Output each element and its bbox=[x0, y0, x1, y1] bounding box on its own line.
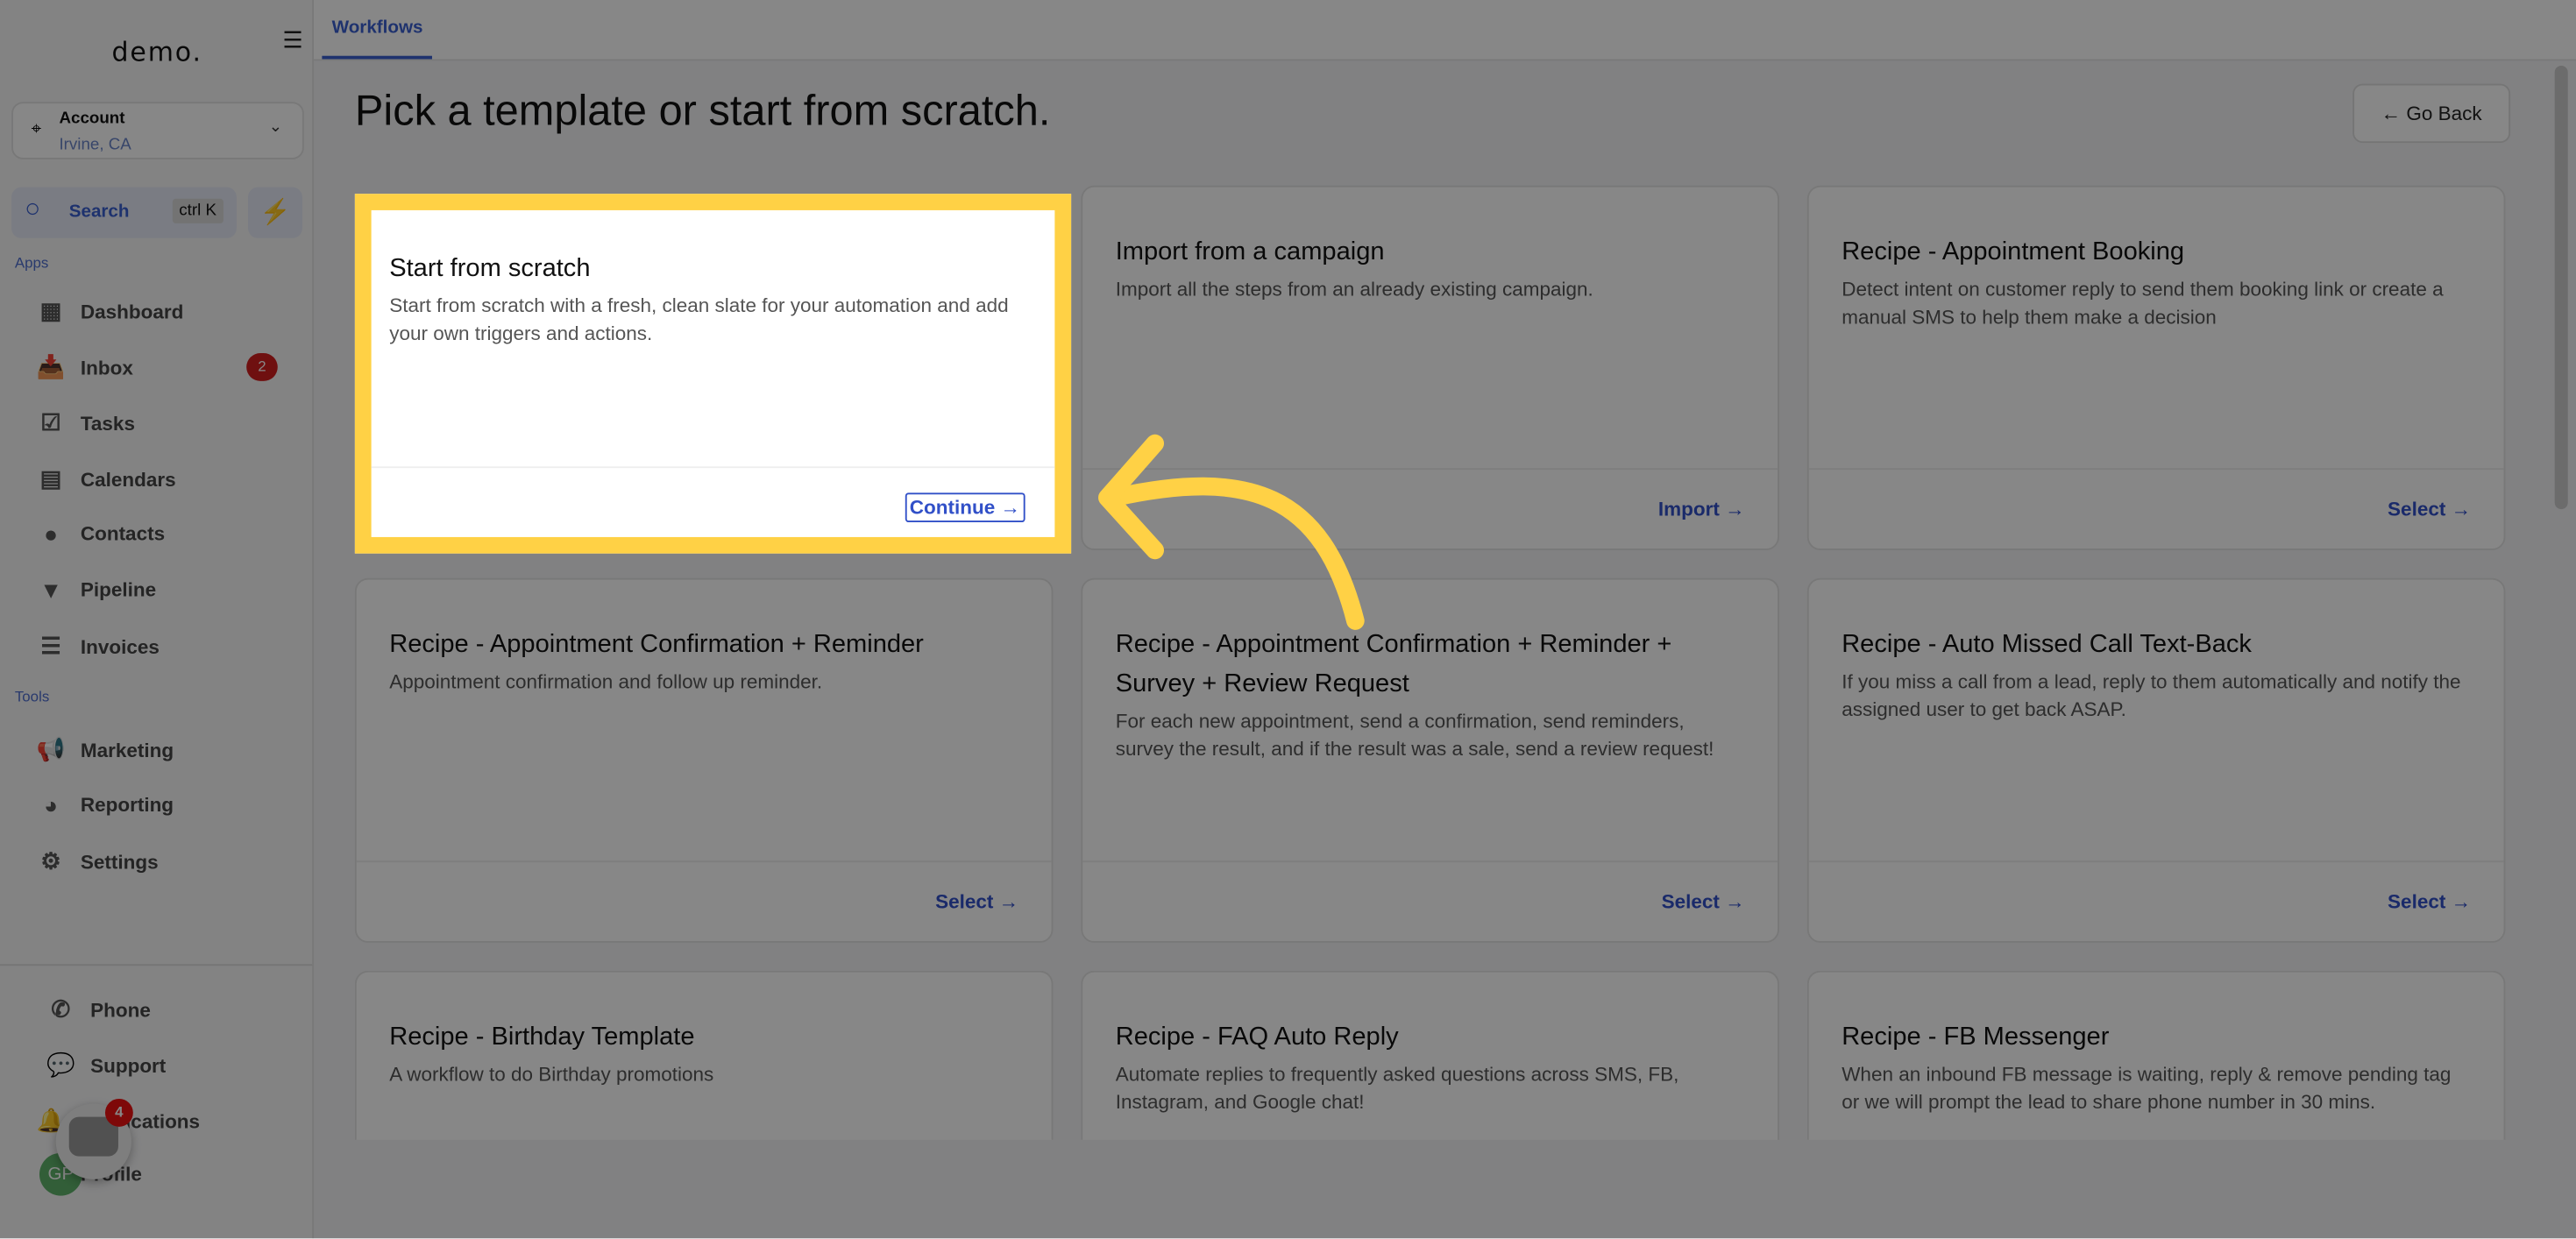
app: demo. ☰ ⌖ Account Irvine, CA ⌄ ○ Search … bbox=[0, 0, 2576, 1239]
pointer-arrow bbox=[1098, 434, 1365, 630]
